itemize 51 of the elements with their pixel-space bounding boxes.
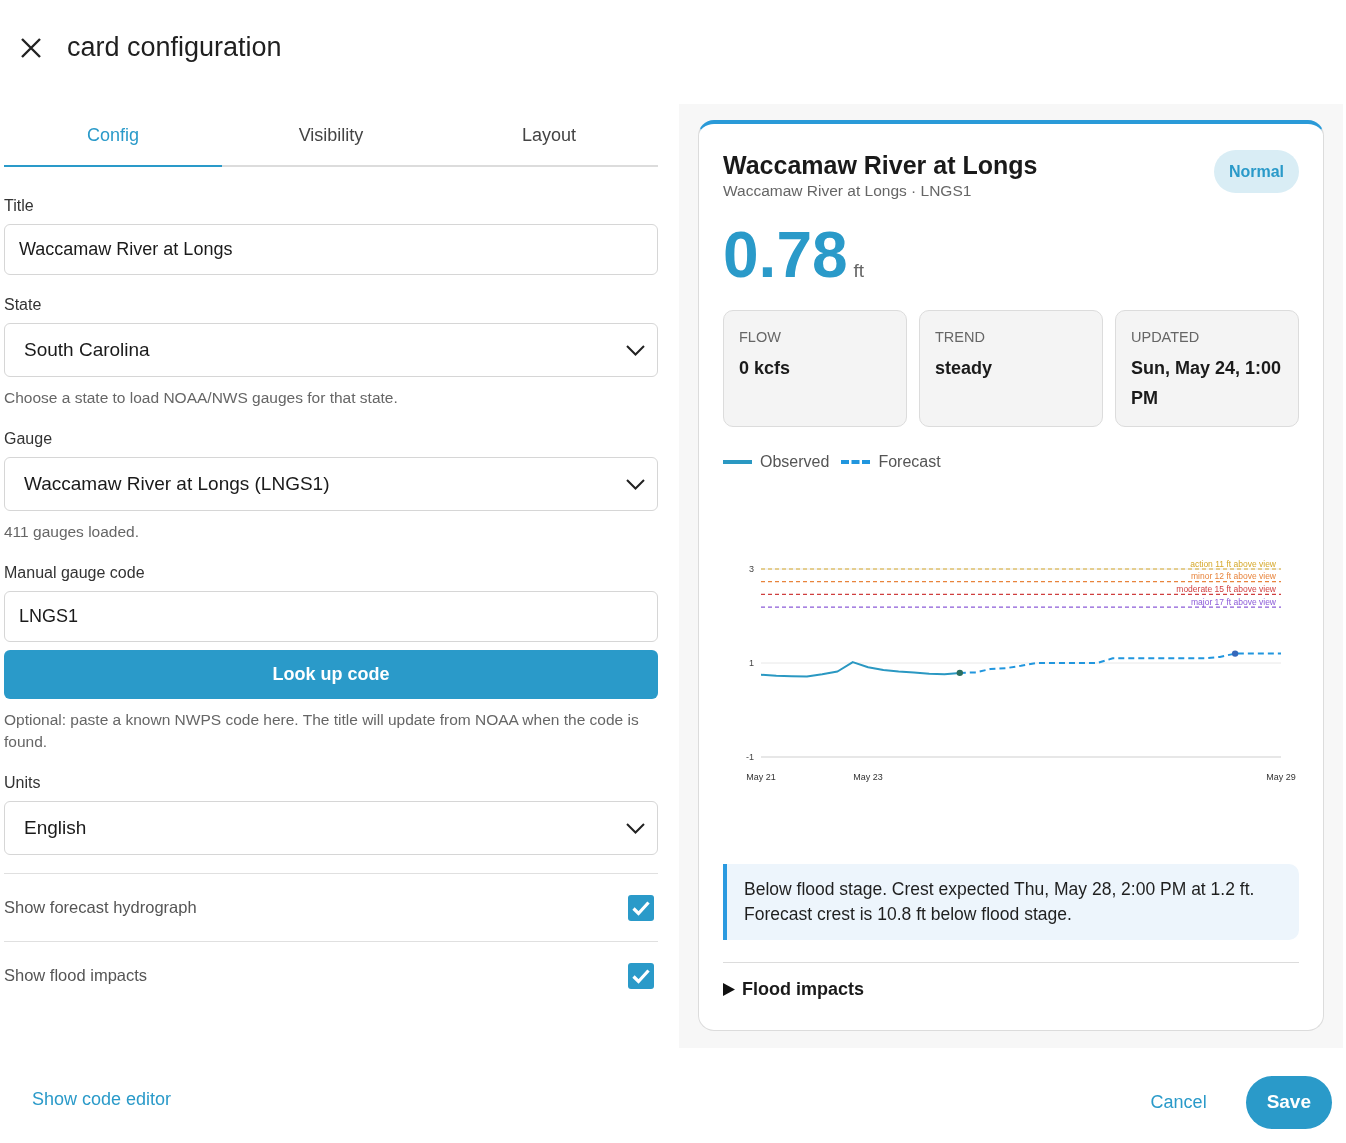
toggle-label: Show forecast hydrograph [4,898,197,917]
chevron-down-icon [626,344,645,356]
y-tick-label: 3 [749,564,754,574]
x-tick-label: May 23 [853,772,883,782]
stat-label: UPDATED [1131,328,1200,347]
text-input-field[interactable]: Waccamaw River at Longs [4,224,658,275]
checkbox[interactable] [628,962,654,989]
status-badge: Normal [1213,150,1299,193]
x-tick-label: May 21 [746,772,776,782]
legend-label: Forecast [878,453,941,471]
flood-impacts-toggle[interactable]: Flood impacts [723,979,864,1000]
stat-value: 0 kcfs [739,357,791,380]
chevron-down-icon [626,822,645,834]
helper-text: Choose a state to load NOAA/NWS gauges for that state. [4,388,399,408]
card-title: Waccamaw River at Longs [723,150,1038,180]
threshold-label: moderate 15 ft above view [1176,583,1276,594]
legend-label: Observed [760,453,830,471]
stage-value: 0.78 [723,223,848,287]
stat-value: Sun, May 24, 1:00 PM [1131,357,1283,410]
select-field[interactable]: English [4,801,658,855]
checkbox[interactable] [628,894,654,921]
helper-text: Optional: paste a known NWPS code here. The title will update from NOAA when the code is found. [4,710,640,752]
data-point-marker [1231,650,1239,657]
x-tick-label: May 29 [1266,772,1296,782]
y-tick-label: 1 [749,658,754,668]
toggle-label: Show flood impacts [4,966,148,985]
dialog-title: card configuration [67,32,282,63]
field-label: Manual gauge code [4,563,145,583]
field-label: Units [4,773,41,793]
select-field[interactable]: Waccamaw River at Longs (LNGS1) [4,457,658,511]
select-field[interactable]: South Carolina [4,323,658,377]
tab[interactable]: Layout [440,105,658,167]
chevron-down-icon [626,478,645,490]
field-label: Title [4,196,34,216]
unit-label: ft [853,260,865,282]
threshold-label: major 17 ft above view [1190,596,1276,607]
text-input-field[interactable]: LNGS1 [4,591,658,642]
stat-label: TREND [935,328,985,347]
helper-text: 411 gauges loaded. [4,522,141,542]
y-tick-label: -1 [746,752,754,762]
field-label: Gauge [4,429,53,449]
threshold-label: action 11 ft above view [1190,558,1276,569]
alert-text: Below flood stage. Crest expected Thu, May 28, 2:00 PM at 1.2 ft. Forecast crest is 10.8 ft below flood stage. [744,878,1256,926]
field-label: State [4,295,42,315]
stat-label: FLOW [739,328,781,347]
tab[interactable]: Visibility [222,105,440,167]
stat-value: steady [935,357,993,380]
data-point-marker [956,669,963,677]
close-icon[interactable] [20,36,42,59]
card-subtitle: Waccamaw River at Longs · LNGS1 [723,181,972,201]
threshold-label: minor 12 ft above view [1190,571,1276,582]
